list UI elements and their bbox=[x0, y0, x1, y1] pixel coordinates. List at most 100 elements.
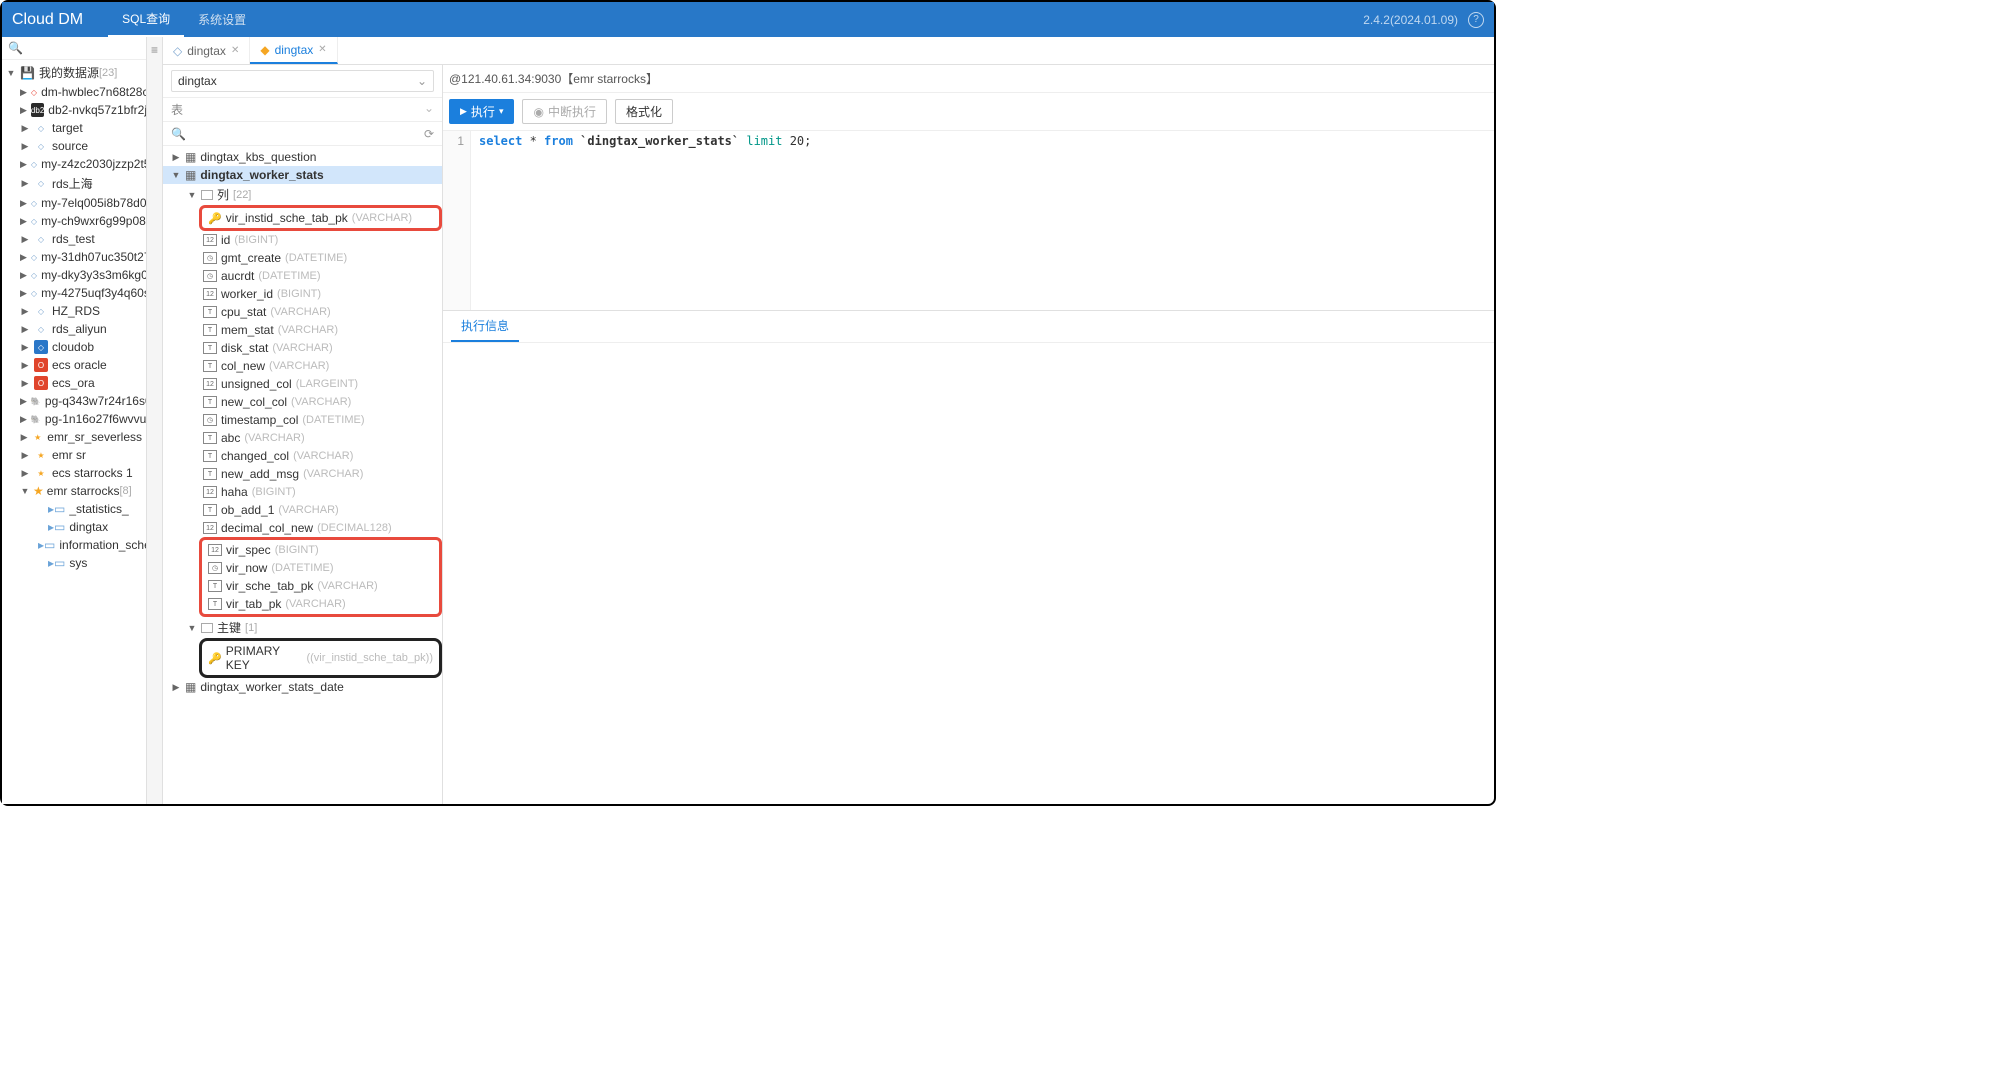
chevron-down-icon[interactable]: ▾ bbox=[499, 106, 504, 117]
chevron-down-icon[interactable] bbox=[187, 623, 197, 633]
column-row[interactable]: 🔑 vir_instid_sche_tab_pk (VARCHAR) bbox=[204, 209, 437, 227]
datasource-item[interactable]: ◇rds上海 bbox=[16, 173, 146, 194]
datasource-item[interactable]: ◇target bbox=[16, 119, 146, 137]
editor-tab-0[interactable]: ◇ dingtax ✕ bbox=[163, 37, 250, 64]
chevron-down-icon[interactable]: ⌄ bbox=[424, 101, 434, 118]
datasource-item[interactable]: ◇my-ch9wxr6g99p08m9 bbox=[16, 212, 146, 230]
datasource-item[interactable]: Oecs_ora bbox=[16, 374, 146, 392]
chevron-down-icon[interactable] bbox=[187, 190, 197, 200]
editor-tab-1[interactable]: ◆ dingtax ✕ bbox=[250, 37, 337, 64]
chevron-right-icon[interactable] bbox=[20, 360, 30, 371]
close-icon[interactable]: ✕ bbox=[231, 45, 239, 56]
chevron-right-icon[interactable] bbox=[20, 87, 27, 98]
column-row[interactable]: 12 vir_spec (BIGINT) bbox=[204, 541, 437, 559]
chevron-down-icon[interactable] bbox=[6, 68, 16, 78]
datasource-item[interactable]: ◇HZ_RDS bbox=[16, 302, 146, 320]
chevron-right-icon[interactable] bbox=[20, 234, 30, 245]
chevron-right-icon[interactable] bbox=[20, 450, 30, 461]
format-button[interactable]: 格式化 bbox=[615, 99, 673, 124]
column-row[interactable]: 12 id (BIGINT) bbox=[163, 231, 442, 249]
datasource-item[interactable]: ★ecs starrocks 1 bbox=[16, 464, 146, 482]
chevron-right-icon[interactable] bbox=[20, 123, 30, 134]
chevron-right-icon[interactable] bbox=[20, 468, 30, 479]
object-search-input[interactable] bbox=[192, 126, 418, 141]
refresh-objects-icon[interactable]: ⟳ bbox=[424, 127, 434, 141]
column-row[interactable]: T changed_col (VARCHAR) bbox=[163, 447, 442, 465]
chevron-right-icon[interactable] bbox=[20, 252, 27, 263]
sidebar-root[interactable]: 💾 我的数据源 [23] bbox=[2, 62, 146, 83]
chevron-right-icon[interactable] bbox=[20, 141, 30, 152]
chevron-right-icon[interactable] bbox=[171, 682, 181, 693]
column-row[interactable]: 12 decimal_col_new (DECIMAL128) bbox=[163, 519, 442, 537]
datasource-item[interactable]: ◇my-dky3y3s3m6kg0jo bbox=[16, 266, 146, 284]
chevron-right-icon[interactable] bbox=[20, 306, 30, 317]
column-row[interactable]: T abc (VARCHAR) bbox=[163, 429, 442, 447]
chevron-right-icon[interactable] bbox=[20, 216, 27, 227]
datasource-item[interactable]: ★emr_sr_severless bbox=[16, 428, 146, 446]
table-row[interactable]: ▦ dingtax_kbs_question bbox=[163, 148, 442, 166]
interrupt-button[interactable]: ◉ 中断执行 bbox=[522, 99, 607, 124]
datasource-item[interactable]: ◇my-7elq005i8b78d0m bbox=[16, 194, 146, 212]
schema-item[interactable]: ▸▭dingtax bbox=[30, 518, 146, 536]
table-row[interactable]: ▦ dingtax_worker_stats_date bbox=[163, 678, 442, 696]
chevron-right-icon[interactable] bbox=[20, 324, 30, 335]
datasource-item[interactable]: ◇source bbox=[16, 137, 146, 155]
datasource-expanded[interactable]: ★ emr starrocks [8] bbox=[16, 482, 146, 500]
column-row[interactable]: 12 worker_id (BIGINT) bbox=[163, 285, 442, 303]
chevron-right-icon[interactable] bbox=[20, 288, 27, 299]
column-row[interactable]: ◷ gmt_create (DATETIME) bbox=[163, 249, 442, 267]
columns-folder[interactable]: 列[22] bbox=[163, 184, 442, 205]
table-row-selected[interactable]: ▦ dingtax_worker_stats bbox=[163, 166, 442, 184]
schema-selector[interactable]: dingtax ⌄ bbox=[171, 70, 434, 92]
datasource-item[interactable]: ◇my-31dh07uc350t274 bbox=[16, 248, 146, 266]
column-row[interactable]: ◷ timestamp_col (DATETIME) bbox=[163, 411, 442, 429]
column-row[interactable]: T new_add_msg (VARCHAR) bbox=[163, 465, 442, 483]
column-row[interactable]: T cpu_stat (VARCHAR) bbox=[163, 303, 442, 321]
column-row[interactable]: T new_col_col (VARCHAR) bbox=[163, 393, 442, 411]
result-tab-info[interactable]: 执行信息 bbox=[451, 311, 519, 342]
chevron-right-icon[interactable] bbox=[20, 178, 30, 189]
primary-key-row[interactable]: 🔑 PRIMARY KEY ((vir_instid_sche_tab_pk)) bbox=[204, 642, 437, 674]
column-row[interactable]: T disk_stat (VARCHAR) bbox=[163, 339, 442, 357]
datasource-item[interactable]: ◇my-z4zc2030jzzp2t5 bbox=[16, 155, 146, 173]
chevron-right-icon[interactable] bbox=[20, 198, 27, 209]
collapse-strip[interactable]: ≡ bbox=[147, 37, 163, 804]
chevron-down-icon[interactable] bbox=[20, 486, 30, 496]
datasource-item[interactable]: 🐘pg-1n16o27f6wvvu0w bbox=[16, 410, 146, 428]
datasource-item[interactable]: ◇cloudob bbox=[16, 338, 146, 356]
chevron-down-icon[interactable] bbox=[171, 170, 181, 180]
sql-editor[interactable]: 1 select * from `dingtax_worker_stats` l… bbox=[443, 131, 1494, 311]
run-button[interactable]: ▶ 执行 ▾ bbox=[449, 99, 514, 124]
datasource-item[interactable]: Oecs oracle bbox=[16, 356, 146, 374]
schema-item[interactable]: ▸▭_statistics_ bbox=[30, 500, 146, 518]
chevron-right-icon[interactable] bbox=[20, 396, 27, 407]
chevron-right-icon[interactable] bbox=[20, 432, 28, 443]
column-row[interactable]: T mem_stat (VARCHAR) bbox=[163, 321, 442, 339]
column-row[interactable]: ◷ aucrdt (DATETIME) bbox=[163, 267, 442, 285]
column-row[interactable]: T ob_add_1 (VARCHAR) bbox=[163, 501, 442, 519]
column-row[interactable]: T col_new (VARCHAR) bbox=[163, 357, 442, 375]
chevron-right-icon[interactable] bbox=[20, 105, 27, 116]
top-tab-sql[interactable]: SQL查询 bbox=[108, 2, 184, 37]
datasource-item[interactable]: 🐘pg-q343w7r24r16s0z bbox=[16, 392, 146, 410]
column-row[interactable]: 12 haha (BIGINT) bbox=[163, 483, 442, 501]
chevron-right-icon[interactable] bbox=[171, 152, 181, 163]
close-icon[interactable]: ✕ bbox=[318, 44, 326, 55]
schema-item[interactable]: ▸▭sys bbox=[30, 554, 146, 572]
sidebar-search-input[interactable] bbox=[27, 41, 147, 55]
chevron-right-icon[interactable] bbox=[20, 414, 27, 425]
chevron-right-icon[interactable] bbox=[20, 159, 27, 170]
chevron-right-icon[interactable] bbox=[20, 342, 30, 353]
schema-item[interactable]: ▸▭information_schema bbox=[30, 536, 146, 554]
pk-folder[interactable]: 主键[1] bbox=[163, 617, 442, 638]
datasource-item[interactable]: ★emr sr bbox=[16, 446, 146, 464]
help-icon[interactable]: ? bbox=[1468, 12, 1484, 28]
datasource-item[interactable]: ◇dm-hwblec7n68t28cz bbox=[16, 83, 146, 101]
column-row[interactable]: T vir_sche_tab_pk (VARCHAR) bbox=[204, 577, 437, 595]
datasource-item[interactable]: ◇my-4275uqf3y4q60s6 bbox=[16, 284, 146, 302]
datasource-item[interactable]: db2db2-nvkq57z1bfr2j0q bbox=[16, 101, 146, 119]
datasource-item[interactable]: ◇rds_aliyun bbox=[16, 320, 146, 338]
column-row[interactable]: ◷ vir_now (DATETIME) bbox=[204, 559, 437, 577]
chevron-right-icon[interactable] bbox=[20, 378, 30, 389]
column-row[interactable]: T vir_tab_pk (VARCHAR) bbox=[204, 595, 437, 613]
